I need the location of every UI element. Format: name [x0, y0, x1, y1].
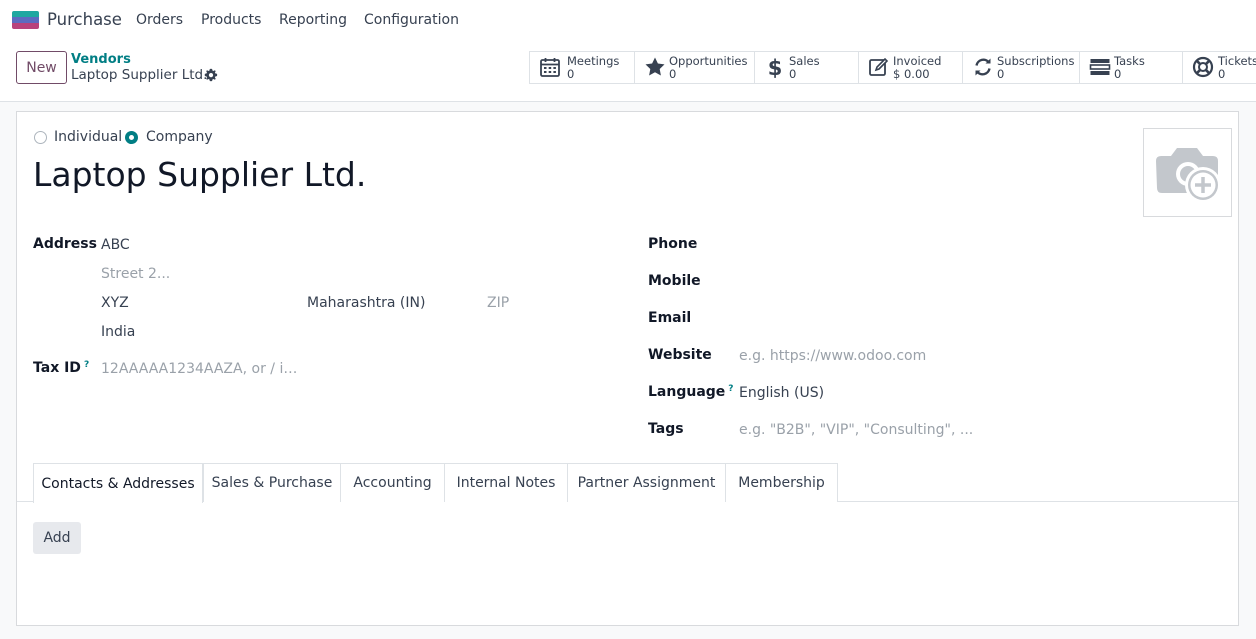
mobile-label: Mobile [648, 273, 701, 289]
top-navbar: Purchase Orders Products Reporting Confi… [0, 0, 1256, 40]
phone-label: Phone [648, 236, 698, 252]
smart-buttons: Meetings 0 Opportunities 0 $ Sales 0 Inv… [529, 51, 1256, 84]
language-label: Language? [648, 384, 734, 400]
street-input[interactable]: ABC [101, 237, 130, 253]
individual-radio[interactable] [34, 131, 47, 144]
app-name[interactable]: Purchase [47, 10, 122, 29]
gear-icon[interactable] [204, 68, 218, 82]
language-select[interactable]: English (US) [739, 385, 824, 401]
dollar-icon: $ [768, 56, 783, 78]
sales-button[interactable]: $ Sales 0 [755, 52, 859, 83]
website-label: Website [648, 347, 712, 363]
language-help-icon[interactable]: ? [728, 384, 733, 394]
breadcrumb-vendors[interactable]: Vendors [71, 52, 131, 67]
website-input[interactable]: e.g. https://www.odoo.com [739, 348, 926, 364]
tax-id-input[interactable]: 12AAAAA1234AAZA, or / i… [101, 361, 297, 377]
notebook-tabs: Contacts & Addresses Sales & Purchase Ac… [17, 463, 1238, 503]
address-label: Address [33, 236, 97, 252]
tasks-label: Tasks [1114, 54, 1145, 68]
tasks-icon [1089, 59, 1111, 75]
tickets-count: 0 [1218, 67, 1226, 81]
company-label[interactable]: Company [146, 129, 213, 145]
tab-contacts-addresses[interactable]: Contacts & Addresses [33, 463, 203, 503]
subscriptions-label: Subscriptions [997, 54, 1075, 68]
subscriptions-count: 0 [997, 67, 1005, 81]
svg-text:$: $ [768, 56, 783, 78]
tasks-button[interactable]: Tasks 0 [1080, 52, 1183, 83]
opportunities-count: 0 [669, 67, 677, 81]
company-radio[interactable] [125, 131, 138, 144]
calendar-icon [540, 58, 560, 77]
tax-id-label: Tax ID? [33, 360, 90, 376]
tab-partner-assignment[interactable]: Partner Assignment [567, 463, 726, 502]
avatar-upload[interactable] [1143, 128, 1232, 217]
opportunities-label: Opportunities [669, 54, 748, 68]
tab-sales-purchase[interactable]: Sales & Purchase [203, 463, 341, 502]
control-panel: New Vendors Laptop Supplier Ltd. Meeting… [0, 40, 1256, 102]
invoice-icon [869, 57, 889, 76]
partner-name-input[interactable]: Laptop Supplier Ltd. [33, 155, 366, 194]
individual-label[interactable]: Individual [54, 129, 122, 145]
state-select[interactable]: Maharashtra (IN) [307, 295, 425, 311]
sales-count: 0 [789, 67, 797, 81]
invoiced-button[interactable]: Invoiced $ 0.00 [859, 52, 963, 83]
meetings-label: Meetings [567, 54, 620, 68]
menu-products[interactable]: Products [201, 12, 261, 28]
street2-input[interactable]: Street 2... [101, 266, 170, 282]
lifebuoy-icon [1192, 56, 1214, 78]
zip-input[interactable]: ZIP [487, 295, 509, 311]
menu-configuration[interactable]: Configuration [364, 12, 459, 28]
breadcrumb-current: Laptop Supplier Ltd. [71, 67, 208, 83]
tags-input[interactable]: e.g. "B2B", "VIP", "Consulting", ... [739, 422, 973, 438]
tab-accounting[interactable]: Accounting [340, 463, 445, 502]
city-input[interactable]: XYZ [101, 295, 129, 311]
purchase-app-icon[interactable] [12, 11, 39, 29]
menu-orders[interactable]: Orders [136, 12, 183, 28]
camera-plus-icon [1156, 148, 1221, 203]
sales-label: Sales [789, 54, 820, 68]
add-contact-button[interactable]: Add [33, 522, 81, 554]
menu-reporting[interactable]: Reporting [279, 12, 347, 28]
opportunities-button[interactable]: Opportunities 0 [635, 52, 755, 83]
new-button[interactable]: New [16, 51, 67, 84]
invoiced-label: Invoiced [893, 54, 942, 68]
refresh-icon [975, 58, 991, 76]
country-select[interactable]: India [101, 324, 135, 340]
tickets-button[interactable]: Tickets 0 [1183, 52, 1256, 83]
tags-label: Tags [648, 421, 684, 437]
tab-internal-notes[interactable]: Internal Notes [444, 463, 568, 502]
star-icon [645, 57, 665, 76]
meetings-count: 0 [567, 67, 575, 81]
tasks-count: 0 [1114, 67, 1122, 81]
form-sheet: Individual Company Laptop Supplier Ltd. … [16, 111, 1239, 626]
tab-membership[interactable]: Membership [725, 463, 838, 502]
email-label: Email [648, 310, 692, 326]
tax-id-help-icon[interactable]: ? [84, 360, 89, 370]
invoiced-amount: $ 0.00 [893, 67, 930, 81]
subscriptions-button[interactable]: Subscriptions 0 [963, 52, 1080, 83]
tickets-label: Tickets [1218, 54, 1256, 68]
meetings-button[interactable]: Meetings 0 [530, 52, 635, 83]
